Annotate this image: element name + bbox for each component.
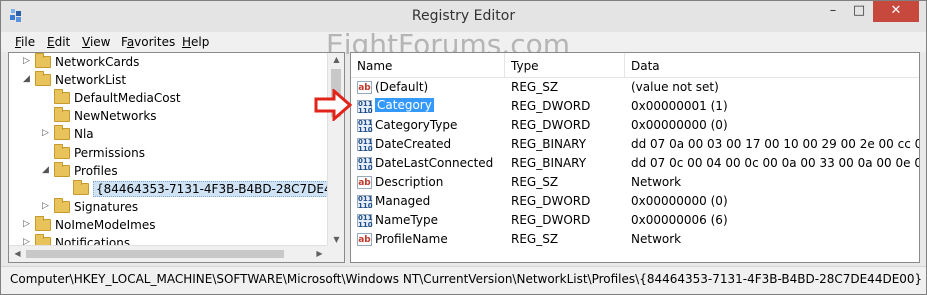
collapse-arrow-icon[interactable]: ◢ — [23, 74, 33, 84]
value-name: ProfileName — [375, 232, 448, 246]
value-row[interactable]: 011 110 Category REG_DWORD 0x00000001 (1) — [351, 97, 919, 116]
value-name: CategoryType — [375, 118, 458, 132]
expand-arrow-icon[interactable]: ▷ — [23, 219, 33, 229]
column-header-data[interactable]: Data — [625, 53, 919, 77]
binary-value-icon: 011 110 — [357, 119, 373, 134]
value-row[interactable]: 011 110 NameType REG_DWORD 0x00000006 (6) — [351, 211, 919, 230]
tree-item-label: NetworkCards — [55, 55, 140, 69]
binary-value-icon: 011 110 — [357, 195, 373, 210]
value-name: (Default) — [375, 80, 429, 94]
collapse-arrow-icon[interactable]: ◢ — [42, 165, 52, 175]
binary-value-icon: 011 110 — [357, 138, 373, 153]
menu-edit[interactable]: Edit — [47, 35, 70, 49]
menu-file[interactable]: File — [15, 35, 35, 49]
maximize-button[interactable]: □ — [846, 1, 872, 22]
value-data: 0x00000006 (6) — [631, 213, 728, 227]
folder-icon — [54, 197, 70, 213]
tree-item-label: NetworkList — [55, 73, 127, 88]
value-data: Network — [631, 232, 682, 246]
scroll-left-arrow-icon[interactable]: ◀ — [9, 249, 26, 258]
value-data: dd 07 0a 00 03 00 17 00 10 00 29 00 2e 0… — [631, 137, 920, 151]
tree-horizontal-scrollbar[interactable]: ◀ ▶ — [9, 245, 328, 262]
values-list-pane[interactable]: Name Type Data ab (Default) REG_SZ (value n… — [350, 52, 920, 263]
menu-view[interactable]: View — [82, 35, 110, 49]
expand-arrow-icon[interactable]: ▷ — [23, 56, 33, 66]
close-button[interactable]: ✕ — [873, 1, 919, 22]
value-type: REG_SZ — [511, 175, 559, 189]
value-data: dd 07 0c 00 04 00 0c 00 0a 00 33 00 0a 0… — [631, 156, 920, 170]
value-data: Network — [631, 175, 682, 189]
tree-item-label: Signatures — [74, 199, 139, 214]
string-value-icon: ab — [357, 81, 372, 94]
window-title: Registry Editor — [411, 8, 516, 24]
tree-item-label: NewNetworks — [74, 109, 157, 124]
string-value-icon: ab — [357, 233, 372, 246]
value-data: 0x00000000 (0) — [631, 194, 728, 208]
value-data: 0x00000001 (1) — [631, 99, 728, 113]
value-name: DateLastConnected — [375, 156, 494, 170]
scroll-up-arrow-icon[interactable]: ▲ — [328, 55, 344, 64]
value-name: DateCreated — [375, 137, 452, 151]
column-header-type[interactable]: Type — [505, 53, 625, 77]
annotation-arrow-icon — [314, 89, 352, 121]
tree-horizontal-scroll-thumb[interactable] — [26, 250, 284, 258]
folder-icon — [35, 71, 51, 87]
folder-icon — [73, 179, 89, 195]
expand-arrow-icon[interactable]: ▷ — [42, 128, 52, 138]
value-name: NameType — [375, 213, 438, 227]
current-key-path: Computer\HKEY_LOCAL_MACHINE\SOFTWARE\Mic… — [10, 272, 923, 286]
value-name: Description — [375, 175, 444, 189]
value-type: REG_BINARY — [511, 137, 587, 151]
value-type: REG_DWORD — [511, 194, 591, 208]
folder-icon — [54, 161, 70, 177]
tree-item-label: {84464353-7131-4F3B-B4BD-28C7DE44DE00} — [93, 180, 344, 197]
string-value-icon: ab — [357, 176, 372, 189]
folder-icon — [35, 215, 51, 231]
folder-icon — [35, 53, 51, 68]
tree-item-label: Profiles — [74, 163, 118, 178]
folder-icon — [54, 125, 70, 141]
expand-arrow-icon[interactable]: ▷ — [42, 201, 52, 211]
value-row[interactable]: ab Description REG_SZ Network — [351, 173, 919, 192]
value-type: REG_BINARY — [511, 156, 587, 170]
value-type: REG_DWORD — [511, 99, 591, 113]
binary-value-icon: 011 110 — [357, 157, 373, 172]
scroll-down-arrow-icon[interactable]: ▼ — [328, 235, 344, 244]
value-type: REG_DWORD — [511, 213, 591, 227]
status-bar: Computer\HKEY_LOCAL_MACHINE\SOFTWARE\Mic… — [1, 266, 926, 294]
tree-item-label: NoImeModeImes — [55, 217, 156, 232]
folder-icon — [54, 89, 70, 105]
minimize-button[interactable]: – — [820, 1, 846, 22]
binary-value-icon: 011 110 — [357, 100, 373, 115]
tree-item-label: DefaultMediaCost — [74, 91, 181, 106]
value-type: REG_SZ — [511, 232, 559, 246]
folder-icon — [54, 107, 70, 123]
value-type: REG_SZ — [511, 80, 559, 94]
value-type: REG_DWORD — [511, 118, 591, 132]
menu-favorites[interactable]: Favorites — [121, 35, 175, 49]
value-data: (value not set) — [631, 80, 719, 94]
registry-editor-window: Registry Editor – □ ✕ File Edit View Fav… — [0, 0, 927, 295]
tree-item-label: Permissions — [74, 145, 145, 160]
value-row[interactable]: ab ProfileName REG_SZ Network — [351, 230, 919, 249]
tree-item-label: Nla — [74, 127, 94, 142]
value-data: 0x00000000 (0) — [631, 118, 728, 132]
key-tree-pane[interactable]: ▷ NetworkCards ◢ NetworkList DefaultMediaCos… — [8, 52, 345, 263]
value-name: Category — [375, 98, 434, 112]
column-header-name[interactable]: Name — [351, 53, 505, 77]
menu-help[interactable]: Help — [182, 35, 209, 49]
value-row[interactable]: 011 110 Managed REG_DWORD 0x00000000 (0) — [351, 192, 919, 211]
value-row[interactable]: 011 110 DateLastConnected REG_BINARY dd 07 … — [351, 154, 920, 173]
scroll-corner — [327, 245, 344, 262]
scroll-right-arrow-icon[interactable]: ▶ — [311, 249, 328, 258]
value-row[interactable]: ab (Default) REG_SZ (value not set) — [351, 78, 919, 97]
binary-value-icon: 011 110 — [357, 214, 373, 229]
value-name: Managed — [375, 194, 431, 208]
tree-vertical-scrollbar[interactable]: ▲ ▼ — [327, 53, 344, 246]
value-row[interactable]: 011 110 CategoryType REG_DWORD 0x00000000 (… — [351, 116, 919, 135]
value-row[interactable]: 011 110 DateCreated REG_BINARY dd 07 0a 00 … — [351, 135, 920, 154]
folder-icon — [54, 143, 70, 159]
